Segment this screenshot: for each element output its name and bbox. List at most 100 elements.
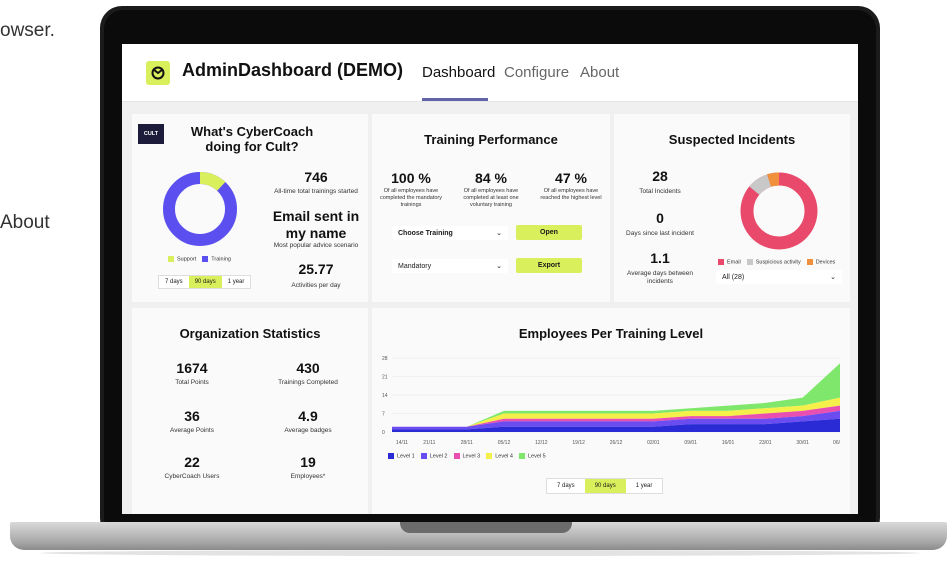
dropdown-value: All (28): [722, 273, 745, 281]
range-90-days[interactable]: 90 days: [584, 479, 626, 493]
background-text-about: About: [0, 212, 50, 233]
support-training-donut: [163, 172, 237, 246]
chart-legend: Level 1 Level 2 Level 3 Level 4 Level 5: [388, 453, 546, 459]
legend-training: Training: [202, 256, 231, 262]
days-since-incident-label: Days since last incident: [626, 230, 694, 237]
dropdown-value: Mandatory: [398, 262, 432, 270]
mandatory-completion-value: 100 %: [391, 170, 431, 186]
laptop-notch: [400, 522, 572, 533]
cybercoach-users-label: CyberCoach Users: [164, 473, 220, 480]
popular-scenario-label: Most popular advice scenario: [273, 242, 359, 249]
cybercoach-summary-card: CULT What's CyberCoach doing for Cult? S…: [132, 114, 368, 302]
days-since-incident-value: 0: [656, 210, 664, 226]
y-tick-label: 0: [382, 430, 385, 436]
range-7-days[interactable]: 7 days: [547, 479, 585, 493]
range-7-days[interactable]: 7 days: [159, 276, 189, 288]
total-incidents-value: 28: [652, 168, 668, 184]
range-90-days[interactable]: 90 days: [188, 276, 222, 288]
total-points-label: Total Points: [175, 379, 209, 386]
card-title: Training Performance: [424, 132, 558, 147]
x-tick-label: 23/01: [759, 440, 772, 446]
trainings-completed-value: 430: [296, 360, 320, 376]
card-title: What's CyberCoach doing for Cult?: [190, 124, 314, 154]
total-points-value: 1674: [176, 360, 208, 376]
legend-suspicious: Suspicious activity: [746, 259, 801, 265]
voluntary-completion-value: 84 %: [475, 170, 507, 186]
y-tick-label: 28: [382, 356, 388, 362]
training-type-dropdown[interactable]: Mandatory ⌄: [392, 259, 508, 273]
x-tick-label: 12/12: [535, 440, 548, 446]
legend-devices: Devices: [806, 259, 835, 265]
chart-time-range: 7 days 90 days 1 year: [546, 478, 664, 494]
activities-per-day-label: Activities per day: [291, 282, 341, 289]
card-title: Organization Statistics: [179, 326, 321, 341]
y-tick-label: 7: [382, 412, 385, 418]
coach-time-range: 7 days 90 days 1 year: [158, 275, 252, 289]
x-tick-label: 19/12: [572, 440, 585, 446]
cybercoach-users-value: 22: [184, 454, 200, 470]
choose-training-dropdown[interactable]: Choose Training ⌄: [392, 226, 508, 240]
incidents-legend: Email Suspicious activity Devices: [718, 259, 835, 265]
chevron-down-icon: ⌄: [496, 230, 502, 237]
employees-area-chart: 0 7 14 21 28 14/11 21/11 28/11 05/12 12/12 19/12 26…: [382, 356, 841, 446]
legend-level-3: Level 3: [453, 453, 480, 459]
employees-value: 19: [300, 454, 316, 470]
x-tick-label: 26/12: [610, 440, 623, 446]
employees-label: Employees*: [290, 473, 326, 480]
tab-configure[interactable]: Configure: [504, 64, 569, 81]
cybercoach-logo-icon: [146, 61, 170, 85]
x-tick-label: 28/11: [461, 440, 473, 446]
suspected-incidents-card: Suspected Incidents 28 Total Incidents 0…: [614, 114, 850, 302]
x-tick-label: 21/11: [423, 440, 435, 446]
average-points-label: Average Points: [170, 427, 214, 434]
range-1-year[interactable]: 1 year: [222, 276, 251, 288]
chart-title: Employees Per Training Level: [518, 326, 704, 341]
employees-per-level-card: Employees Per Training Level 0 7 14 21 28 14/…: [372, 308, 850, 514]
tab-dashboard[interactable]: Dashboard: [422, 64, 495, 81]
legend-level-5: Level 5: [519, 453, 546, 459]
x-tick-label: 06/: [833, 440, 841, 446]
avg-days-between-value: 1.1: [650, 250, 670, 266]
legend-level-4: Level 4: [486, 453, 513, 459]
average-badges-value: 4.9: [298, 408, 318, 424]
activities-per-day-value: 25.77: [298, 261, 334, 277]
total-incidents-label: Total Incidents: [639, 188, 681, 195]
app-screen: AdminDashboard (DEMO) Dashboard Configur…: [122, 44, 858, 514]
average-badges-label: Average badges: [284, 427, 332, 434]
x-tick-label: 30/01: [796, 440, 809, 446]
laptop-shadow: [40, 550, 920, 556]
range-1-year[interactable]: 1 year: [626, 479, 663, 493]
app-title: AdminDashboard (DEMO): [182, 60, 404, 80]
training-performance-card: Training Performance 100 % Of all employ…: [372, 114, 610, 302]
x-tick-label: 09/01: [684, 440, 697, 446]
average-points-value: 36: [184, 408, 200, 424]
highest-level-label: Of all employees have reached the highes…: [540, 188, 602, 202]
x-tick-label: 16/01: [722, 440, 735, 446]
tab-about[interactable]: About: [580, 64, 619, 81]
open-button[interactable]: Open: [516, 225, 582, 240]
y-tick-label: 21: [382, 375, 388, 381]
mandatory-completion-label: Of all employees have completed the mand…: [379, 188, 443, 209]
chevron-down-icon: ⌄: [496, 263, 502, 270]
company-logo: CULT: [138, 124, 164, 144]
popular-scenario-value: Email sent in my name: [272, 208, 360, 241]
incident-filter-dropdown[interactable]: All (28) ⌄: [716, 270, 842, 284]
x-tick-label: 05/12: [498, 440, 511, 446]
donut-legend: Support Training: [168, 256, 231, 262]
donut-training-slice: [163, 172, 237, 246]
trainings-started-label: All-time total trainings started: [274, 188, 358, 195]
y-tick-label: 14: [382, 393, 388, 399]
organization-statistics-card: Organization Statistics 1674 Total Point…: [132, 308, 368, 514]
legend-level-1: Level 1: [388, 453, 415, 459]
legend-support: Support: [168, 256, 196, 262]
export-button[interactable]: Export: [516, 258, 582, 273]
legend-level-2: Level 2: [420, 453, 448, 459]
active-tab-indicator: [422, 98, 488, 101]
trainings-completed-label: Trainings Completed: [278, 379, 338, 386]
app-header: AdminDashboard (DEMO) Dashboard Configur…: [122, 44, 858, 102]
highest-level-value: 47 %: [555, 170, 587, 186]
voluntary-completion-label: Of all employees have completed at least…: [463, 188, 519, 209]
x-tick-label: 02/01: [647, 440, 660, 446]
legend-email: Email: [718, 259, 741, 265]
x-tick-label: 14/11: [396, 440, 408, 446]
